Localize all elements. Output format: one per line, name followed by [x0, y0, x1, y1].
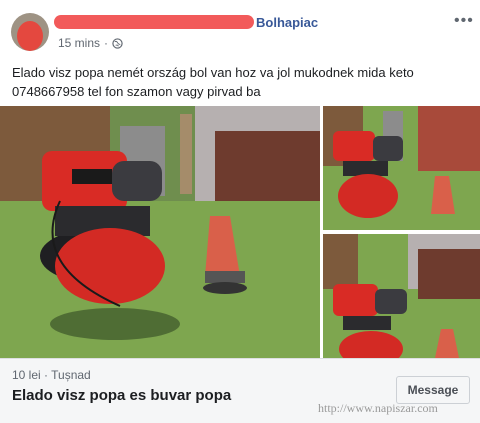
- message-button[interactable]: Message: [396, 376, 470, 404]
- price-location: 10 lei · Tușnad: [12, 368, 91, 382]
- post-text: Elado visz popa nemét ország bol van hoz…: [12, 65, 414, 99]
- listing-title[interactable]: Elado visz popa es buvar popa: [12, 387, 231, 404]
- listing-location: Tușnad: [51, 368, 91, 382]
- listing-price: 10 lei: [12, 368, 41, 382]
- post-meta: 15 mins ·: [58, 36, 123, 50]
- group-name-link[interactable]: Bolhapiac: [256, 15, 318, 30]
- avatar[interactable]: [11, 13, 49, 51]
- post-time[interactable]: 15 mins: [58, 36, 100, 50]
- photo-grid: [0, 106, 480, 358]
- side-photo-1[interactable]: [323, 106, 480, 230]
- watermark: http://www.napiszar.com: [318, 401, 438, 415]
- listing-footer[interactable]: 10 lei · Tușnad Elado visz popa es buvar…: [0, 358, 480, 423]
- avatar-redaction: [17, 21, 43, 51]
- main-photo[interactable]: [0, 106, 320, 358]
- marketplace-post-card: Bolhapiac 15 mins · ••• Elado visz popa …: [0, 0, 480, 423]
- redacted-author-name: [54, 15, 254, 29]
- globe-icon: [112, 37, 123, 49]
- side-photo-2[interactable]: [323, 234, 480, 358]
- more-options-icon[interactable]: •••: [454, 12, 474, 30]
